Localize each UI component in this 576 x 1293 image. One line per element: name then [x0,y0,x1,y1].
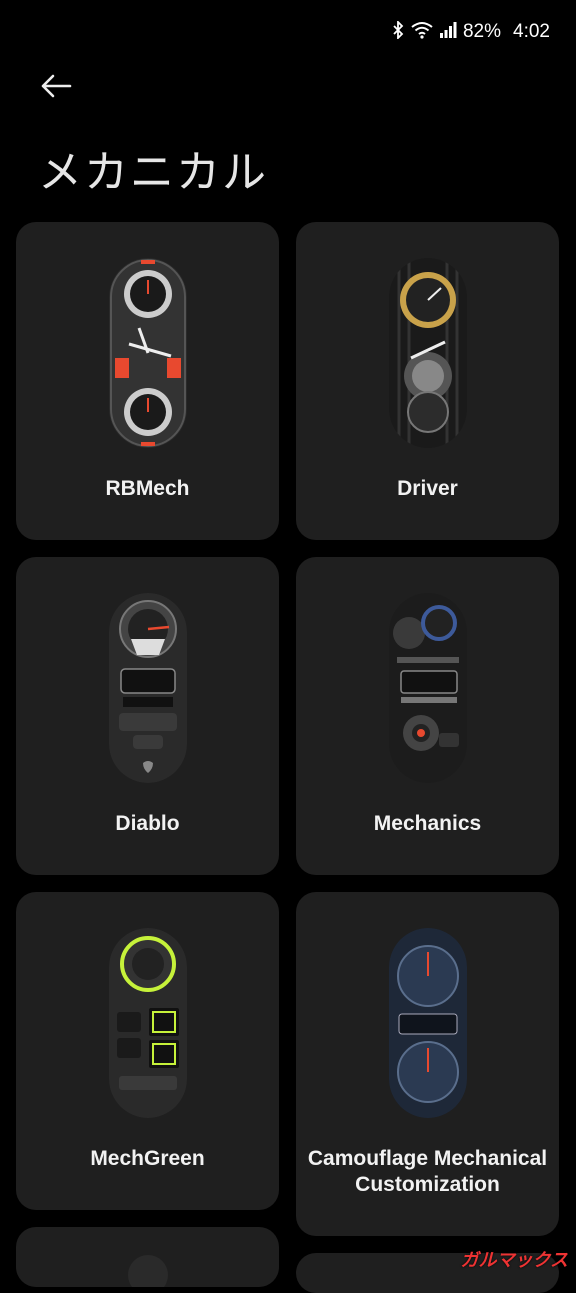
watermark-logo: ガルマックス [461,1246,568,1272]
clock: 4:02 [513,21,550,43]
watch-face-name: Driver [302,476,553,502]
watch-face-name: Camouflage Mechanical Customization [302,1146,553,1198]
back-button[interactable] [36,66,76,106]
watch-face-name: Mechanics [302,811,553,837]
watch-face-name: Diablo [22,811,273,837]
watch-face-card-partial-left[interactable] [16,1227,279,1287]
watch-face-preview [389,258,467,448]
page-title: メカニカル [38,136,268,200]
watch-face-preview [109,928,187,1118]
watch-face-preview [109,593,187,783]
signal-icon [439,21,457,44]
watch-face-preview [128,1255,168,1287]
wifi-icon [411,21,433,44]
watch-face-card-driver[interactable]: Driver [296,222,559,540]
watch-face-preview [389,928,467,1118]
arrow-left-icon [40,74,72,98]
watch-face-card-diablo[interactable]: Diablo [16,557,279,875]
watch-face-card-camouflage[interactable]: Camouflage Mechanical Customization [296,892,559,1236]
battery-text: 82% [463,21,501,43]
status-bar: 82% 4:02 [0,0,576,64]
watch-face-preview [389,593,467,783]
watch-face-card-rbmech[interactable]: RBMech [16,222,279,540]
watch-face-card-mechgreen[interactable]: MechGreen [16,892,279,1210]
bluetooth-icon [391,21,405,44]
watch-face-name: RBMech [22,476,273,502]
watch-face-preview [109,258,187,448]
watch-face-name: MechGreen [22,1146,273,1172]
watch-face-card-mechanics[interactable]: Mechanics [296,557,559,875]
